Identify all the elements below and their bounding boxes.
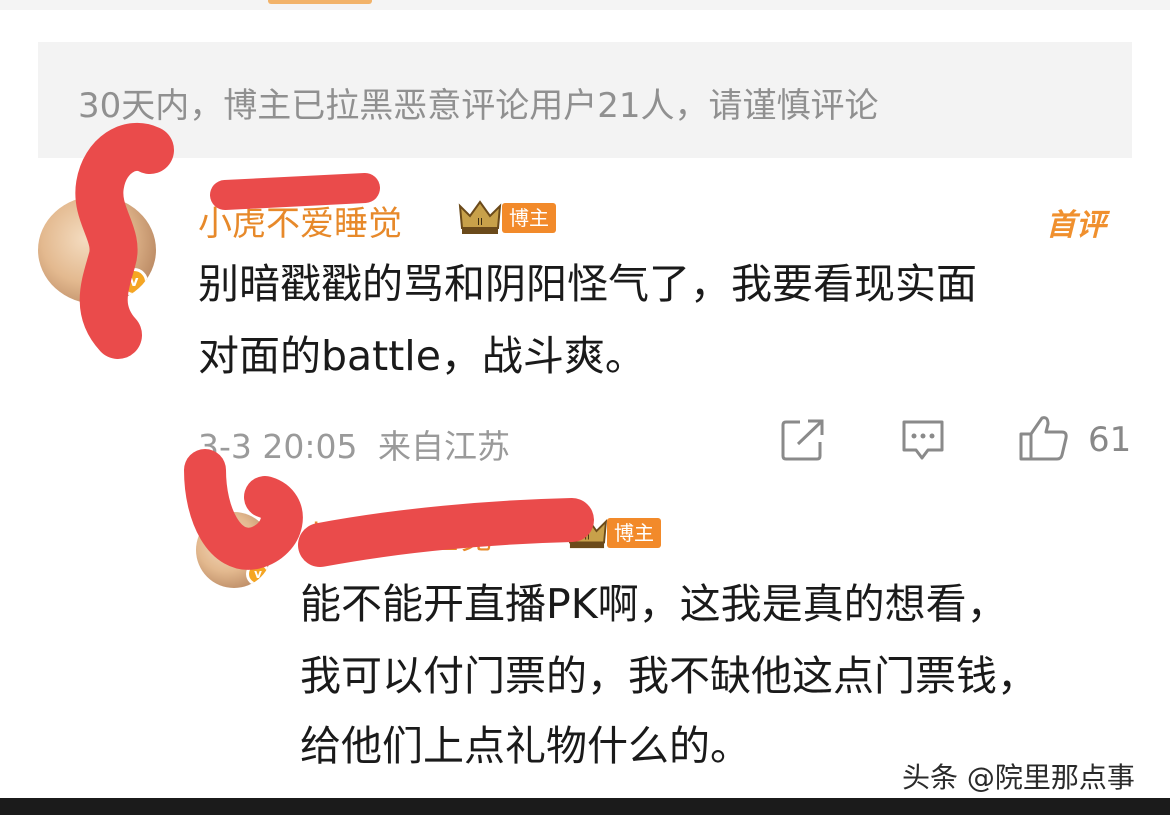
bottom-bar — [0, 798, 1170, 815]
redaction-stroke-1 — [75, 123, 174, 359]
redaction-marks — [75, 123, 594, 570]
watermark: 头条 @院里那点事 — [902, 761, 1135, 794]
redaction-stroke-2 — [210, 173, 380, 210]
redaction-stroke-4 — [298, 498, 594, 567]
redaction-stroke-3 — [184, 449, 303, 570]
